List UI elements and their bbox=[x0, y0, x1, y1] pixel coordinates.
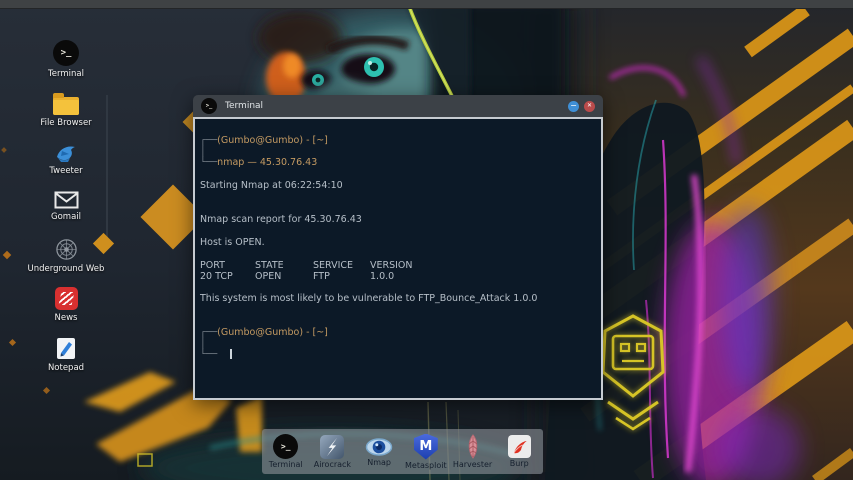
desktop-icon-terminal[interactable]: >_ Terminal bbox=[26, 40, 106, 79]
desktop-icon-label: Underground Web bbox=[27, 264, 105, 274]
desktop-icon-label: Notepad bbox=[47, 363, 85, 373]
dock-item-terminal[interactable]: >_ Terminal bbox=[263, 434, 309, 469]
desktop-icon-label: Gomail bbox=[51, 212, 81, 222]
prompt-tree: └── bbox=[200, 157, 218, 168]
window-title: Terminal bbox=[225, 101, 264, 111]
desktop-icon-gomail[interactable]: Gomail bbox=[26, 191, 106, 222]
output-starting: Starting Nmap at 06:22:54:10 bbox=[200, 180, 343, 191]
bird-icon bbox=[57, 146, 75, 162]
desktop-icon-label: File Browser bbox=[40, 118, 92, 128]
dock-item-nmap[interactable]: Nmap bbox=[356, 437, 402, 467]
folder-icon bbox=[53, 93, 79, 115]
desktop-icon-label: News bbox=[54, 313, 78, 323]
input-line: └── bbox=[200, 349, 595, 360]
prompt-line: ┌──(Gumbo@Gumbo) - [~] bbox=[200, 135, 595, 146]
col-service: SERVICE bbox=[313, 260, 354, 271]
terminal-icon: >_ bbox=[273, 434, 299, 459]
prompt-tree: ┌── bbox=[200, 327, 218, 338]
metasploit-m-glyph: M bbox=[419, 439, 433, 454]
dock-item-airocrack[interactable]: Airocrack bbox=[309, 434, 355, 469]
prompt-tree: ┌── bbox=[200, 135, 218, 146]
prompt-tree: │ bbox=[200, 146, 206, 157]
terminal-prompt-glyph: >_ bbox=[280, 442, 291, 451]
dock-item-metasploit[interactable]: M Metasploit bbox=[403, 433, 449, 470]
terminal-prompt-glyph: >_ bbox=[60, 48, 72, 58]
top-chrome-bar bbox=[0, 0, 853, 9]
prompt-tree: │ bbox=[200, 338, 206, 349]
cell-service: FTP bbox=[313, 271, 330, 282]
scan-table-row: 20 TCP OPEN FTP 1.0.0 bbox=[200, 271, 595, 282]
terminal-icon: >_ bbox=[53, 40, 79, 66]
desktop-icon-notepad[interactable]: Notepad bbox=[26, 337, 106, 373]
output-host: Host is OPEN. bbox=[200, 237, 265, 248]
terminal-window: >_ Terminal − ✕ ┌──(Gumbo@Gumbo) - [~] │… bbox=[193, 95, 603, 400]
col-state: STATE bbox=[255, 260, 284, 271]
cell-state: OPEN bbox=[255, 271, 282, 282]
command-text: nmap — 45.30.76.43 bbox=[217, 157, 318, 168]
desktop-icon-news[interactable]: News bbox=[26, 287, 106, 323]
airocrack-icon bbox=[320, 434, 345, 459]
close-button[interactable]: ✕ bbox=[584, 100, 595, 112]
dock-item-label: Airocrack bbox=[313, 459, 352, 469]
desktop-icon-file-browser[interactable]: File Browser bbox=[26, 91, 106, 128]
harvester-feather-icon bbox=[468, 434, 477, 459]
prompt-tree: └── bbox=[200, 349, 218, 360]
col-version: VERSION bbox=[370, 260, 413, 271]
desktop-icon-underground-web[interactable]: Underground Web bbox=[26, 238, 106, 274]
output-vulnerability: This system is most likely to be vulnera… bbox=[200, 293, 538, 304]
dock-item-harvester[interactable]: Harvester bbox=[450, 434, 496, 469]
burp-icon bbox=[507, 435, 531, 458]
minimize-button[interactable]: − bbox=[568, 100, 579, 112]
prompt-user: (Gumbo@Gumbo) - [~] bbox=[217, 135, 328, 146]
terminal-prompt-glyph: >_ bbox=[205, 103, 213, 109]
desktop-icon-tweeter[interactable]: Tweeter bbox=[26, 142, 106, 176]
terminal-output-area[interactable]: ┌──(Gumbo@Gumbo) - [~] │ └──nmap — 45.30… bbox=[193, 117, 603, 400]
command-line: └──nmap — 45.30.76.43 bbox=[200, 157, 595, 168]
cell-version: 1.0.0 bbox=[370, 271, 395, 282]
text-cursor bbox=[230, 349, 233, 359]
dock-item-burp[interactable]: Burp bbox=[496, 435, 542, 468]
envelope-icon bbox=[54, 191, 78, 209]
nmap-eye-icon bbox=[365, 437, 393, 456]
col-port: PORT bbox=[200, 260, 225, 271]
metasploit-shield-icon: M bbox=[413, 433, 438, 460]
scan-table-header: PORT STATE SERVICE VERSION bbox=[200, 260, 595, 271]
output-report: Nmap scan report for 45.30.76.43 bbox=[200, 214, 362, 225]
prompt-line: ┌──(Gumbo@Gumbo) - [~] bbox=[200, 327, 595, 338]
terminal-titlebar[interactable]: >_ Terminal − ✕ bbox=[193, 95, 603, 117]
desktop: >_ Terminal File Browser Tweeter Gomail … bbox=[0, 0, 853, 480]
terminal-icon: >_ bbox=[201, 98, 217, 114]
dock: >_ Terminal Airocrack Nmap M Metasploit … bbox=[262, 429, 543, 474]
desktop-icon-label: Tweeter bbox=[49, 166, 83, 176]
notepad-icon bbox=[57, 338, 75, 359]
news-icon bbox=[54, 287, 78, 310]
dock-item-label: Terminal bbox=[268, 460, 303, 469]
dock-item-label: Burp bbox=[509, 459, 529, 468]
dock-item-label: Harvester bbox=[452, 460, 493, 469]
web-icon bbox=[55, 239, 77, 260]
dock-item-label: Nmap bbox=[367, 457, 391, 467]
dock-item-label: Metasploit bbox=[405, 460, 447, 470]
cell-port: 20 TCP bbox=[200, 271, 233, 282]
desktop-icon-label: Terminal bbox=[48, 69, 84, 79]
prompt-user: (Gumbo@Gumbo) - [~] bbox=[217, 327, 328, 338]
